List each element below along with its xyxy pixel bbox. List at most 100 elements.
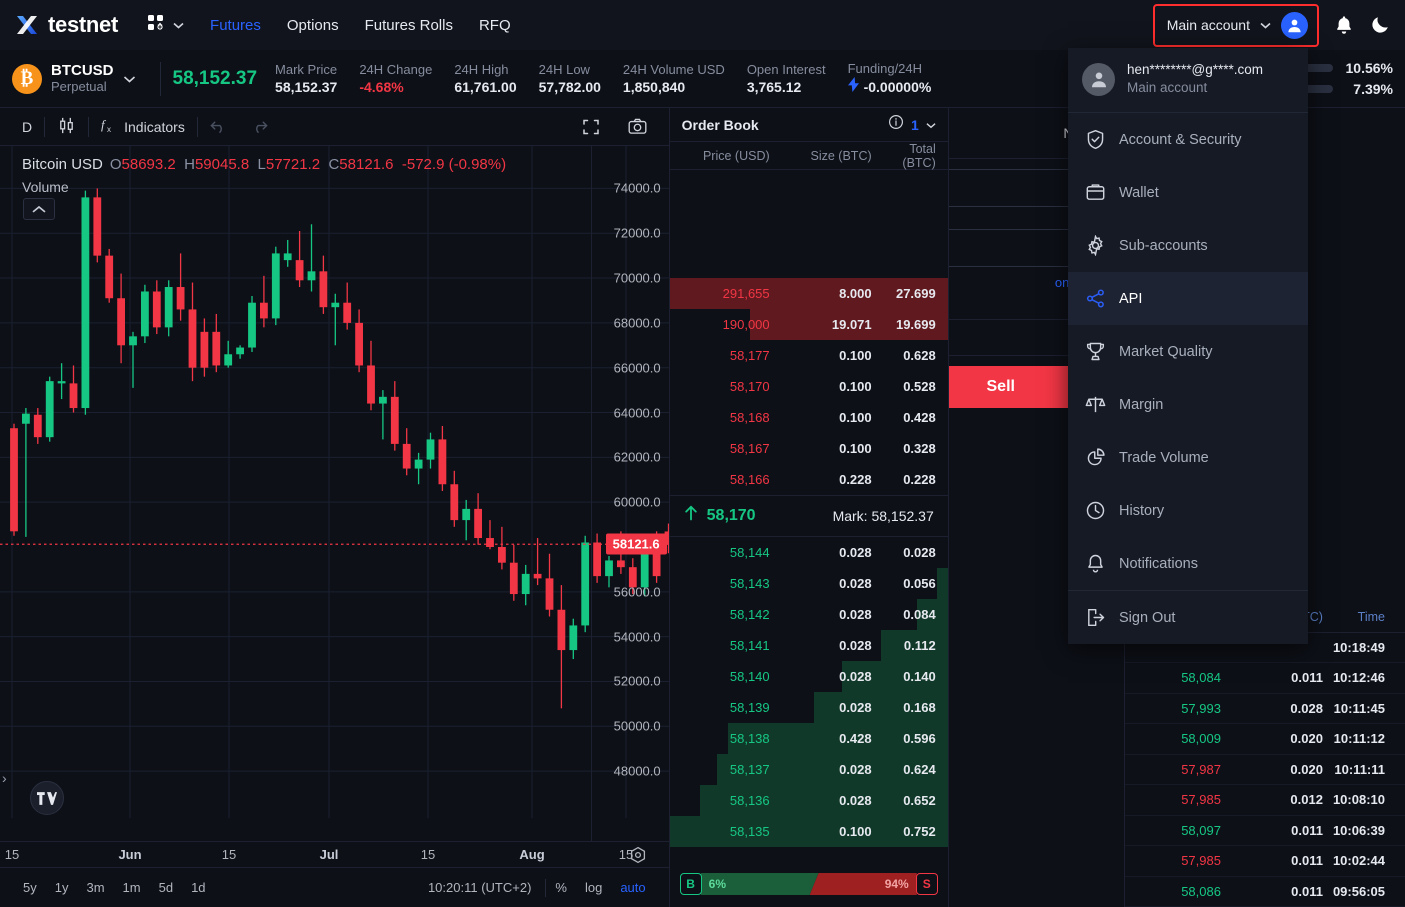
notifications-bell-icon[interactable] [1333, 14, 1355, 36]
order-total: 0.652 [880, 793, 948, 808]
menu-item-label: Sub-accounts [1119, 238, 1208, 254]
indicators-button[interactable]: f x Indicators [89, 108, 197, 145]
order-book-row[interactable]: 58,1350.1000.752 [670, 816, 948, 847]
chart-type-button[interactable] [45, 108, 88, 145]
time-tick: Aug [519, 847, 544, 862]
nav-link-futures-rolls[interactable]: Futures Rolls [365, 17, 453, 34]
grouping-value[interactable]: 1 [911, 117, 919, 133]
order-book-row[interactable]: 58,1440.0280.028 [670, 537, 948, 568]
column-total: Total (BTC) [880, 142, 948, 170]
order-price: 58,139 [670, 700, 780, 715]
order-size: 0.028 [780, 700, 880, 715]
order-price: 58,142 [670, 607, 780, 622]
range-5y[interactable]: 5y [14, 880, 46, 895]
chart-canvas-area[interactable]: Bitcoin USD O58693.2 H59045.8 L57721.2 C… [0, 146, 669, 841]
order-book-row[interactable]: 58,1670.1000.328 [670, 433, 948, 464]
menu-item-account-security[interactable]: Account & Security [1068, 113, 1308, 166]
order-book-row[interactable]: 291,6558.00027.699 [670, 278, 948, 309]
chevron-down-icon [173, 16, 184, 34]
order-size: 0.028 [780, 638, 880, 653]
range-5d[interactable]: 5d [150, 880, 182, 895]
stat-24h-low: 24H Low 57,782.00 [539, 61, 601, 97]
trade-row: 57,9850.01210:08:10 [1125, 785, 1405, 816]
trade-time: 10:11:11 [1333, 762, 1405, 777]
menu-item-trade-volume[interactable]: Trade Volume [1068, 431, 1308, 484]
legend-collapse-button[interactable] [23, 198, 55, 220]
camera-icon[interactable] [616, 118, 659, 135]
trade-row: 58,0840.01110:12:46 [1125, 663, 1405, 694]
menu-item-label: Wallet [1119, 185, 1159, 201]
chart-settings-gear-icon[interactable] [629, 846, 647, 869]
price-axis[interactable]: 74000.072000.070000.068000.066000.064000… [591, 146, 669, 841]
avatar [1281, 12, 1308, 39]
brand-logo[interactable]: testnet [14, 12, 118, 38]
menu-item-history[interactable]: History [1068, 484, 1308, 537]
order-book-row[interactable]: 58,1420.0280.084 [670, 599, 948, 630]
info-icon[interactable] [888, 114, 904, 135]
log-scale-toggle[interactable]: log [576, 880, 611, 895]
interval-button[interactable]: D [10, 108, 44, 145]
price-tick: 74000.0 [614, 181, 661, 196]
time-tick: 15 [5, 847, 19, 862]
percent-scale-toggle[interactable]: % [546, 880, 576, 895]
range-1d[interactable]: 1d [182, 880, 214, 895]
menu-item-market-quality[interactable]: Market Quality [1068, 325, 1308, 378]
order-book-row[interactable]: 58,1660.2280.228 [670, 464, 948, 495]
menu-item-notifications[interactable]: Notifications [1068, 537, 1308, 590]
range-1y[interactable]: 1y [46, 880, 78, 895]
trade-price: 57,993 [1125, 701, 1233, 716]
order-book-row[interactable]: 58,1700.1000.528 [670, 371, 948, 402]
order-book-row[interactable]: 58,1380.4280.596 [670, 723, 948, 754]
order-book-row[interactable]: 58,1400.0280.140 [670, 661, 948, 692]
stat-open-interest: Open Interest 3,765.12 [747, 61, 826, 97]
range-3m[interactable]: 3m [77, 880, 113, 895]
time-tick: 15 [222, 847, 236, 862]
time-axis[interactable]: 15 Jun 15 Jul 15 Aug 15 [0, 841, 669, 867]
order-book-row[interactable]: 58,1430.0280.056 [670, 568, 948, 599]
redo-icon[interactable] [239, 108, 280, 145]
order-price: 58,168 [670, 410, 780, 425]
stat-label: Mark Price [275, 61, 337, 78]
dropdown-user-info: hen********@g****.com Main account [1068, 48, 1308, 112]
trades-list: 10:18:4958,0840.01110:12:4657,9930.02810… [1125, 633, 1405, 907]
theme-moon-icon[interactable] [1369, 14, 1391, 36]
fullscreen-icon[interactable] [570, 118, 612, 136]
trade-time: 10:06:39 [1333, 823, 1405, 838]
undo-icon[interactable] [198, 108, 239, 145]
range-1m[interactable]: 1m [114, 880, 150, 895]
order-book-row[interactable]: 58,1680.1000.428 [670, 402, 948, 433]
chart-clock: 10:20:11 (UTC+2) [428, 880, 545, 895]
order-book-row[interactable]: 58,1390.0280.168 [670, 692, 948, 723]
order-book-row[interactable]: 58,1360.0280.652 [670, 785, 948, 816]
symbol-selector[interactable]: ₿ BTCUSD Perpetual [12, 62, 148, 95]
nav-link-options[interactable]: Options [287, 17, 339, 34]
menu-item-sub-accounts[interactable]: Sub-accounts [1068, 219, 1308, 272]
menu-item-margin[interactable]: Margin [1068, 378, 1308, 431]
order-total: 0.328 [880, 441, 948, 456]
trade-time: 09:56:05 [1333, 884, 1405, 899]
order-book-row[interactable]: 190,00019.07119.699 [670, 309, 948, 340]
user-account-type: Main account [1127, 79, 1263, 97]
share-nodes-icon [1084, 288, 1106, 310]
expand-left-arrow[interactable]: › [2, 770, 7, 786]
nav-link-rfq[interactable]: RFQ [479, 17, 511, 34]
menu-item-sign-out[interactable]: Sign Out [1068, 591, 1308, 644]
menu-item-api[interactable]: API [1068, 272, 1308, 325]
apps-grid-button[interactable] [146, 13, 184, 38]
order-book-row[interactable]: 58,1770.1000.628 [670, 340, 948, 371]
account-dropdown-button[interactable]: Main account [1153, 4, 1319, 47]
order-total: 0.596 [880, 731, 948, 746]
auto-scale-toggle[interactable]: auto [611, 880, 654, 895]
sign-out-icon [1084, 607, 1106, 629]
order-size: 0.028 [780, 545, 880, 560]
stat-label: 24H Low [539, 61, 601, 78]
chevron-down-icon[interactable] [926, 116, 936, 134]
nav-link-futures[interactable]: Futures [210, 17, 261, 34]
menu-item-wallet[interactable]: Wallet [1068, 166, 1308, 219]
order-book-row[interactable]: 58,1410.0280.112 [670, 630, 948, 661]
ratio-value: 7.39% [1341, 81, 1393, 97]
bell-icon [1084, 553, 1106, 575]
price-tick: 54000.0 [614, 629, 661, 644]
order-book-row[interactable]: 58,1370.0280.624 [670, 754, 948, 785]
order-size: 0.100 [780, 441, 880, 456]
